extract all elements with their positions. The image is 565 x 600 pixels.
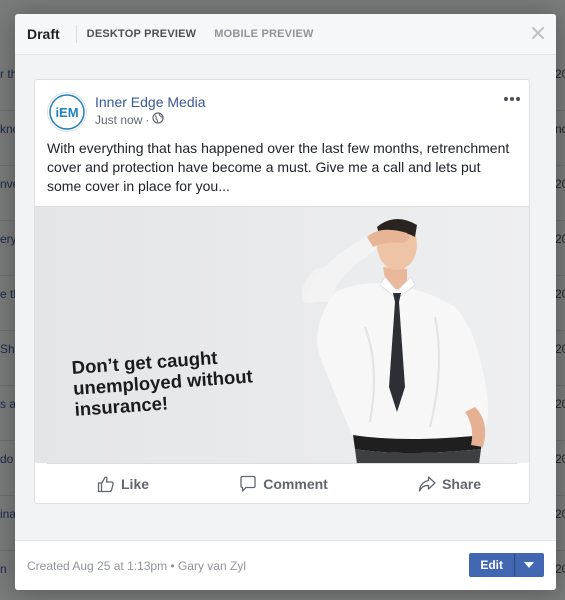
globe-icon[interactable] bbox=[152, 112, 164, 128]
avatar-text: iEM bbox=[55, 105, 78, 120]
post-meta: Just now · bbox=[95, 112, 206, 128]
tab-desktop-preview[interactable]: DESKTOP PREVIEW bbox=[87, 28, 197, 40]
share-label: Share bbox=[442, 475, 481, 492]
edit-button[interactable]: Edit bbox=[469, 553, 514, 577]
share-button[interactable]: Share bbox=[418, 475, 481, 493]
post-image[interactable]: Don’t get caught unemployed without insu… bbox=[35, 206, 529, 463]
like-label: Like bbox=[121, 475, 150, 492]
post-message: With everything that has happened over t… bbox=[47, 140, 510, 194]
meta-separator: · bbox=[145, 113, 150, 127]
thumbs-up-icon bbox=[97, 476, 114, 492]
edit-dropdown-button[interactable] bbox=[514, 553, 544, 577]
post-actions: Like Comment Share bbox=[47, 463, 517, 503]
tab-mobile-preview[interactable]: MOBILE PREVIEW bbox=[214, 28, 313, 40]
comment-label: Comment bbox=[263, 475, 328, 492]
dialog-header: Draft DESKTOP PREVIEW MOBILE PREVIEW bbox=[15, 14, 556, 55]
post-preview-dialog: Draft DESKTOP PREVIEW MOBILE PREVIEW iEM… bbox=[15, 14, 556, 590]
image-caption: Don’t get caught unemployed without insu… bbox=[71, 344, 255, 420]
dialog-body: iEM Inner Edge Media Just now · With eve… bbox=[15, 55, 556, 539]
chevron-down-icon bbox=[524, 562, 534, 568]
iem-logo-icon: iEM bbox=[49, 94, 85, 130]
man-photo-illustration bbox=[35, 207, 529, 463]
page-name-link[interactable]: Inner Edge Media bbox=[95, 93, 206, 111]
comment-icon bbox=[240, 475, 256, 492]
avatar[interactable]: iEM bbox=[47, 92, 87, 132]
post-header-text: Inner Edge Media Just now · bbox=[95, 92, 206, 132]
post-timestamp[interactable]: Just now bbox=[95, 112, 142, 128]
created-info: Created Aug 25 at 1:13pm • Gary van Zyl bbox=[27, 558, 246, 573]
like-button[interactable]: Like bbox=[97, 475, 149, 493]
post-card: iEM Inner Edge Media Just now · With eve… bbox=[34, 79, 530, 504]
dialog-title: Draft bbox=[27, 26, 60, 42]
more-icon[interactable] bbox=[503, 89, 521, 107]
post-header: iEM Inner Edge Media Just now · bbox=[35, 80, 529, 132]
share-icon bbox=[418, 475, 436, 492]
comment-button[interactable]: Comment bbox=[239, 475, 328, 493]
header-divider bbox=[75, 25, 77, 43]
edit-button-group: Edit bbox=[469, 553, 544, 577]
dialog-footer: Created Aug 25 at 1:13pm • Gary van Zyl … bbox=[15, 540, 556, 590]
close-icon[interactable] bbox=[532, 24, 544, 42]
